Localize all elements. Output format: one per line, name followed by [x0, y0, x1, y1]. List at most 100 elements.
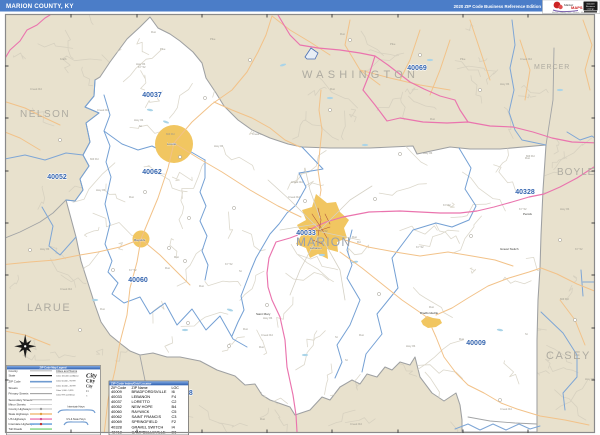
svg-text:St: St [345, 358, 348, 362]
svg-text:40060: 40060 [128, 277, 148, 284]
svg-text:KY 52: KY 52 [138, 65, 146, 69]
svg-text:NELSON: NELSON [20, 109, 70, 120]
svg-text:ZIP Code: ZIP Code [9, 380, 22, 384]
svg-text:Mill Rd: Mill Rd [166, 132, 175, 136]
svg-text:Toll Roads: Toll Roads [9, 427, 23, 431]
svg-text:BOYLE: BOYLE [557, 167, 595, 178]
svg-text:Run: Run [259, 345, 265, 349]
svg-text:Listings: Listings [587, 8, 595, 11]
svg-text:KY 52: KY 52 [129, 268, 137, 272]
svg-text:Creek Rd: Creek Rd [261, 333, 273, 337]
svg-text:KY 52: KY 52 [416, 245, 424, 249]
svg-text:State Highways: State Highways [9, 412, 30, 416]
svg-text:Knob: Knob [60, 57, 67, 61]
svg-text:Rd: Rd [357, 240, 361, 244]
svg-text:MARION: MARION [296, 235, 351, 249]
svg-text:40009: 40009 [466, 340, 486, 347]
svg-text:Hwy 84: Hwy 84 [263, 316, 273, 320]
svg-text:Creek Rd: Creek Rd [350, 422, 362, 426]
svg-text:Pike: Pike [460, 57, 466, 61]
svg-text:Streets: Streets [9, 386, 19, 390]
svg-text:KY 52: KY 52 [443, 203, 451, 207]
svg-text:Run: Run [100, 307, 106, 311]
svg-text:KY 52: KY 52 [225, 262, 233, 266]
svg-text:State: State [9, 374, 16, 378]
svg-text:KY 52: KY 52 [575, 247, 583, 251]
svg-text:40052: 40052 [47, 174, 67, 181]
svg-text:Hwy 84: Hwy 84 [500, 82, 510, 86]
svg-text:Creek Rd: Creek Rd [30, 87, 42, 91]
svg-text:City: City [86, 384, 93, 388]
svg-text:Hwy 84: Hwy 84 [134, 118, 144, 122]
svg-text:St: St [139, 124, 142, 128]
svg-text:Primary Streets: Primary Streets [9, 392, 29, 396]
svg-text:Creek Rd: Creek Rd [291, 180, 303, 184]
svg-text:Run: Run [525, 156, 531, 160]
svg-text:Hwy 84: Hwy 84 [560, 207, 570, 211]
svg-text:Pike: Pike [210, 37, 216, 41]
svg-text:Run: Run [330, 87, 336, 91]
svg-text:Penick: Penick [523, 212, 533, 216]
svg-text:42718: 42718 [111, 429, 122, 434]
svg-text:St: St [335, 335, 338, 339]
svg-text:Creek Rd: Creek Rd [500, 407, 512, 411]
svg-text:Minor Streets: Minor Streets [9, 403, 27, 407]
svg-text:Mill Rd: Mill Rd [90, 157, 99, 161]
svg-text:Run: Run [165, 266, 171, 270]
svg-text:City: City [86, 373, 97, 380]
svg-text:Hwy 84: Hwy 84 [96, 188, 106, 192]
svg-text:LARUE: LARUE [27, 302, 71, 314]
svg-text:Hwy 84: Hwy 84 [214, 144, 224, 148]
svg-text:WASHINGTON: WASHINGTON [302, 69, 419, 81]
svg-text:40033: 40033 [296, 230, 316, 237]
svg-text:Cities 100,000 and Above: Cities 100,000 and Above [56, 375, 80, 378]
svg-text:Creek Rd: Creek Rd [97, 108, 109, 112]
svg-text:Hwy 84: Hwy 84 [406, 344, 416, 348]
svg-text:Market Leading Cities - Metros: Market Leading Cities - Metros - Map [552, 11, 586, 14]
svg-text:Mill Rd: Mill Rd [560, 297, 569, 301]
svg-text:County: County [9, 369, 19, 373]
svg-text:Run: Run [429, 305, 435, 309]
svg-text:Ci: Ci [86, 390, 89, 393]
svg-text:MARION COUNTY, KY: MARION COUNTY, KY [6, 3, 74, 10]
svg-text:County Highways: County Highways [9, 407, 32, 411]
svg-text:Lebanon: Lebanon [310, 246, 322, 250]
svg-text:Run: Run [459, 337, 465, 341]
svg-text:D6: D6 [172, 429, 177, 434]
svg-text:40069: 40069 [407, 65, 427, 72]
svg-text:Run: Run [199, 284, 205, 288]
svg-text:Pike: Pike [160, 47, 166, 51]
svg-text:40328: 40328 [515, 189, 535, 196]
svg-text:St: St [239, 269, 242, 273]
svg-text:Run: Run [359, 333, 365, 337]
svg-text:40062: 40062 [142, 169, 162, 176]
svg-text:St: St [525, 332, 528, 336]
svg-text:Cities 10,000 - 49,999: Cities 10,000 - 49,999 [56, 384, 76, 387]
svg-text:Cities 999 and Below: Cities 999 and Below [56, 394, 75, 397]
svg-text:Cities 1,000 - 9,999: Cities 1,000 - 9,999 [56, 389, 74, 392]
svg-text:MAPS: MAPS [571, 5, 583, 10]
svg-text:2020 ZIP Code Business Referen: 2020 ZIP Code Business Reference Edition [454, 4, 542, 9]
svg-text:KY 52: KY 52 [519, 207, 527, 211]
svg-text:US Highways: US Highways [9, 417, 27, 421]
svg-text:Gravel Switch: Gravel Switch [500, 247, 519, 251]
svg-text:Hwy 84: Hwy 84 [40, 247, 50, 251]
svg-text:CASEY: CASEY [546, 350, 591, 362]
svg-text:US & State Hwys: US & State Hwys [66, 418, 86, 421]
svg-text:Creek Rd: Creek Rd [60, 287, 72, 291]
svg-text:Cities 50,000 - 99,999: Cities 50,000 - 99,999 [56, 380, 76, 383]
svg-text:Creek Rd: Creek Rd [288, 195, 300, 199]
svg-text:Bradfordsville: Bradfordsville [420, 311, 439, 315]
svg-text:Pike: Pike [390, 42, 396, 46]
svg-text:Interstate Hwys: Interstate Hwys [67, 406, 85, 409]
svg-text:Raywick: Raywick [134, 238, 146, 242]
svg-text:Cities and Towns: Cities and Towns [56, 369, 78, 373]
svg-text:Run: Run [260, 417, 266, 421]
svg-text:Secondary Streets: Secondary Streets [9, 398, 33, 402]
svg-text:MERCER: MERCER [534, 64, 570, 71]
svg-text:40037: 40037 [142, 92, 162, 99]
svg-text:Business: Business [586, 6, 596, 8]
svg-text:Run: Run [430, 117, 436, 121]
svg-text:Run: Run [174, 255, 180, 259]
svg-text:Saint Mary: Saint Mary [256, 312, 271, 316]
